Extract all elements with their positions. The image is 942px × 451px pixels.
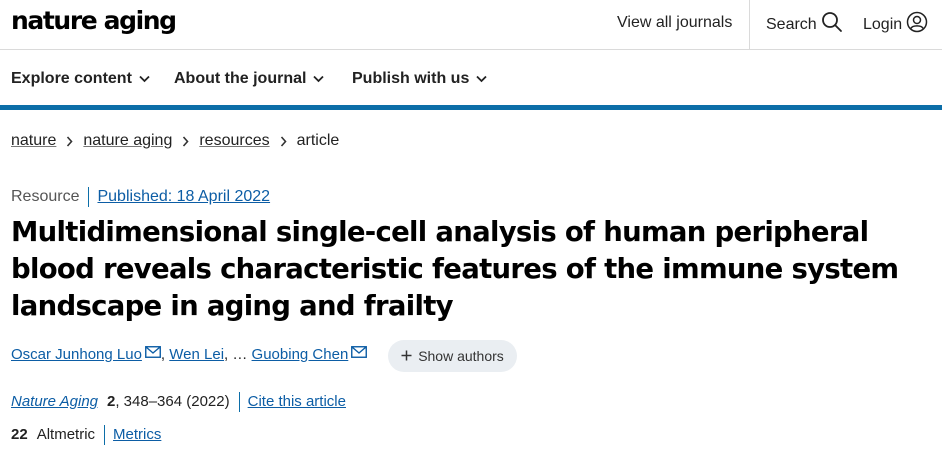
author-link[interactable]: Wen Lei [169,342,224,368]
view-all-journals-link[interactable]: View all journals [617,13,732,33]
search-icon [821,11,843,39]
login-button[interactable]: Login [863,11,928,39]
published-date-link[interactable]: Published: 18 April 2022 [97,187,270,207]
main-nav: Explore content About the journal Publis… [0,51,942,105]
breadcrumb-nature[interactable]: nature [11,131,56,151]
altmetric-label: Altmetric [36,426,96,443]
chevron-right-icon [66,135,73,147]
volume: 2 [107,393,116,410]
article-type: Resource [11,188,80,205]
chevron-right-icon [182,135,189,147]
article-title: Multidimensional single-cell analysis of… [11,216,899,322]
search-button[interactable]: Search [766,11,843,39]
author-link[interactable]: Oscar Junhong Luo [11,342,142,368]
altmetric-divider [104,425,106,445]
citation-line: Nature Aging 2 , 348–364 (2022) Cite thi… [11,392,346,412]
plus-icon [401,348,412,364]
user-icon [906,11,928,39]
show-authors-label: Show authors [418,348,504,364]
nav-publish-with-us[interactable]: Publish with us [352,70,487,88]
nav-explore-content[interactable]: Explore content [11,70,150,88]
top-header: nature aging View all journals Search Lo… [0,0,942,50]
show-authors-button[interactable]: Show authors [388,340,517,372]
breadcrumb-nature-aging[interactable]: nature aging [83,131,172,151]
chevron-right-icon [280,135,287,147]
nav-label: About the journal [174,70,307,87]
breadcrumb-resources[interactable]: resources [199,131,269,151]
chevron-down-icon [476,70,487,88]
nav-label: Explore content [11,70,132,87]
mail-icon[interactable] [144,346,161,358]
article-meta: Resource Published: 18 April 2022 [11,187,270,207]
author-separator: , [160,346,170,363]
meta-divider [88,187,90,207]
search-label: Search [766,16,817,33]
breadcrumb-current: article [296,132,340,149]
chevron-down-icon [139,70,150,88]
altmetric-count: 22 [11,426,28,443]
nav-label: Publish with us [352,70,470,87]
citation-divider [238,392,240,412]
cite-article-link[interactable]: Cite this article [248,392,346,412]
author-list: Oscar Junhong Luo , Wen Lei , … Guobing … [11,342,368,368]
chevron-down-icon [313,70,325,88]
site-logo[interactable]: nature aging [11,4,177,38]
author-ellipsis: … [232,346,248,363]
header-divider [749,0,750,50]
login-label: Login [863,16,903,33]
metrics-link[interactable]: Metrics [113,425,161,445]
pages-year: , 348–364 (2022) [115,393,230,410]
journal-link[interactable]: Nature Aging [11,392,98,412]
author-separator: , [224,346,233,363]
mail-icon[interactable] [351,346,368,358]
breadcrumb: nature nature aging resources article [11,131,339,151]
nav-about-journal[interactable]: About the journal [174,70,325,88]
nav-accent-bar [0,105,942,110]
altmetric-line: 22 Altmetric Metrics [11,425,161,445]
author-link[interactable]: Guobing Chen [252,342,349,368]
